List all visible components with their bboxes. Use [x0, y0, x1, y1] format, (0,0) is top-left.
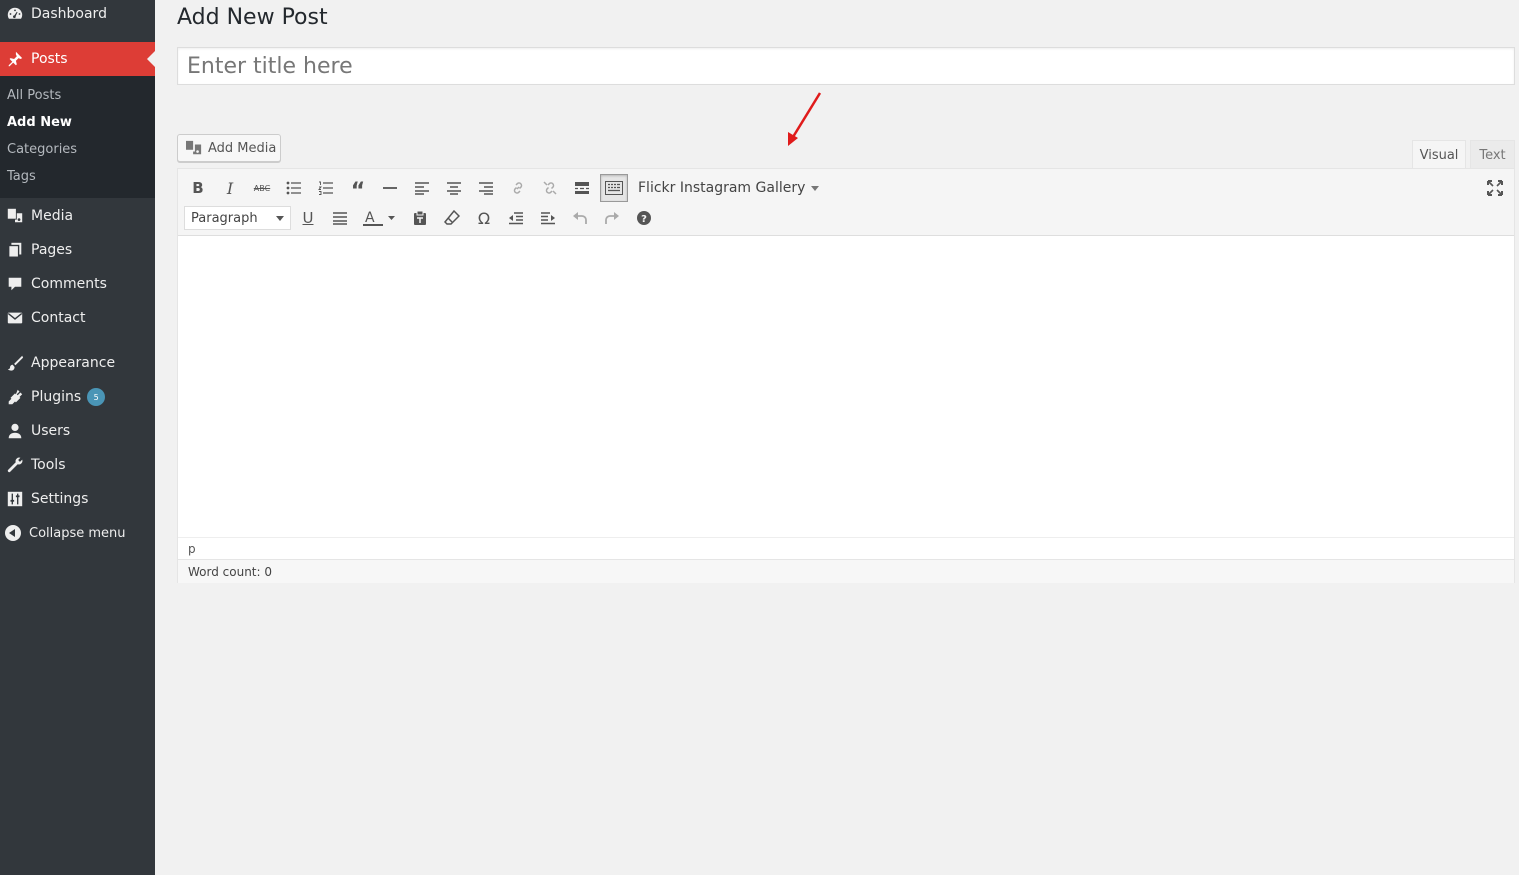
undo-icon[interactable]	[567, 205, 593, 231]
add-media-button[interactable]: Add Media	[177, 134, 281, 162]
chevron-down-icon	[276, 216, 284, 221]
menu-plugins-label: Plugins	[31, 389, 82, 405]
menu-settings-label: Settings	[31, 491, 89, 507]
menu-users-label: Users	[31, 423, 71, 439]
admin-sidebar: Dashboard Posts All Posts Add New Catego…	[0, 0, 155, 875]
menu-users[interactable]: Users	[0, 414, 155, 448]
add-media-label: Add Media	[208, 140, 277, 156]
flickr-instagram-gallery-button[interactable]: Flickr Instagram Gallery	[638, 178, 820, 198]
italic-icon[interactable]: I	[217, 175, 243, 201]
link-icon[interactable]	[505, 175, 531, 201]
align-left-icon[interactable]	[409, 175, 435, 201]
menu-pages-label: Pages	[31, 242, 73, 258]
menu-settings[interactable]: Settings	[0, 482, 155, 516]
current-menu-notch	[147, 51, 155, 67]
menu-plugins[interactable]: Plugins 5	[0, 380, 155, 414]
menu-tools[interactable]: Tools	[0, 448, 155, 482]
paintbrush-icon	[4, 353, 26, 373]
editor-toolbar: B I ABC “ Flickr Instagram Gallery Parag…	[178, 169, 1514, 236]
fullscreen-icon[interactable]	[1482, 175, 1508, 201]
page-title: Add New Post	[177, 5, 328, 30]
post-editor: B I ABC “ Flickr Instagram Gallery Parag…	[177, 168, 1515, 583]
menu-dashboard[interactable]: Dashboard	[0, 0, 155, 31]
unlink-icon[interactable]	[537, 175, 563, 201]
post-title-input[interactable]	[177, 47, 1515, 85]
align-center-icon[interactable]	[441, 175, 467, 201]
text-color-icon[interactable]: A	[359, 205, 399, 231]
submenu-all-posts[interactable]: All Posts	[7, 88, 61, 103]
collapse-arrow-icon	[5, 525, 21, 541]
tab-text[interactable]: Text	[1470, 140, 1515, 169]
plugins-update-badge: 5	[87, 388, 106, 406]
menu-posts[interactable]: Posts	[0, 42, 155, 76]
horizontal-line-icon[interactable]	[377, 175, 403, 201]
outdent-icon[interactable]	[503, 205, 529, 231]
paragraph-format-select[interactable]: Paragraph	[184, 206, 291, 230]
annotation-arrow-icon	[788, 92, 822, 146]
underline-icon[interactable]: U	[295, 205, 321, 231]
dashboard-icon	[4, 4, 26, 24]
submenu-add-new[interactable]: Add New	[7, 115, 72, 130]
editor-content-area[interactable]	[178, 236, 1514, 537]
paste-as-text-icon[interactable]	[407, 205, 433, 231]
menu-comments-label: Comments	[31, 276, 107, 292]
settings-sliders-icon	[4, 489, 26, 509]
pushpin-icon	[4, 49, 26, 69]
media-icon	[185, 140, 203, 156]
menu-dashboard-label: Dashboard	[31, 6, 107, 22]
menu-contact[interactable]: Contact	[0, 301, 155, 335]
chevron-down-icon	[811, 185, 820, 191]
menu-appearance[interactable]: Appearance	[0, 346, 155, 380]
paragraph-format-value: Paragraph	[191, 210, 258, 226]
envelope-icon	[4, 308, 26, 328]
menu-posts-label: Posts	[31, 51, 68, 67]
word-count: Word count: 0	[178, 559, 1514, 583]
align-right-icon[interactable]	[473, 175, 499, 201]
bold-icon[interactable]: B	[185, 175, 211, 201]
numbered-list-icon[interactable]	[313, 175, 339, 201]
pages-icon	[4, 240, 26, 260]
menu-media[interactable]: Media	[0, 199, 155, 233]
svg-text:A: A	[365, 210, 375, 226]
wrench-icon	[4, 455, 26, 475]
media-icon	[4, 206, 26, 226]
menu-contact-label: Contact	[31, 310, 86, 326]
tab-visual[interactable]: Visual	[1412, 140, 1466, 169]
menu-appearance-label: Appearance	[31, 355, 116, 371]
bullet-list-icon[interactable]	[281, 175, 307, 201]
collapse-menu-button[interactable]: Collapse menu	[0, 520, 155, 546]
read-more-icon[interactable]	[569, 175, 595, 201]
menu-media-label: Media	[31, 208, 74, 224]
menu-pages[interactable]: Pages	[0, 233, 155, 267]
blockquote-icon[interactable]: “	[345, 175, 371, 203]
indent-icon[interactable]	[535, 205, 561, 231]
plug-icon	[4, 387, 26, 407]
clear-formatting-icon[interactable]	[439, 205, 465, 231]
submenu-tags[interactable]: Tags	[7, 169, 36, 184]
collapse-menu-label: Collapse menu	[29, 525, 126, 541]
submenu-categories[interactable]: Categories	[7, 142, 77, 157]
user-icon	[4, 421, 26, 441]
menu-comments[interactable]: Comments	[0, 267, 155, 301]
redo-icon[interactable]	[599, 205, 625, 231]
justify-icon[interactable]	[327, 205, 353, 231]
svg-text:?: ?	[641, 214, 647, 225]
strikethrough-icon[interactable]: ABC	[249, 175, 275, 201]
special-character-icon[interactable]: Ω	[471, 205, 497, 231]
menu-tools-label: Tools	[31, 457, 66, 473]
flickr-instagram-gallery-label: Flickr Instagram Gallery	[638, 180, 806, 196]
posts-submenu: All Posts Add New Categories Tags	[0, 76, 155, 198]
element-path: p	[178, 537, 1514, 559]
toolbar-toggle-icon[interactable]	[600, 174, 628, 202]
comment-bubble-icon	[4, 274, 26, 294]
help-icon[interactable]: ?	[631, 205, 657, 231]
